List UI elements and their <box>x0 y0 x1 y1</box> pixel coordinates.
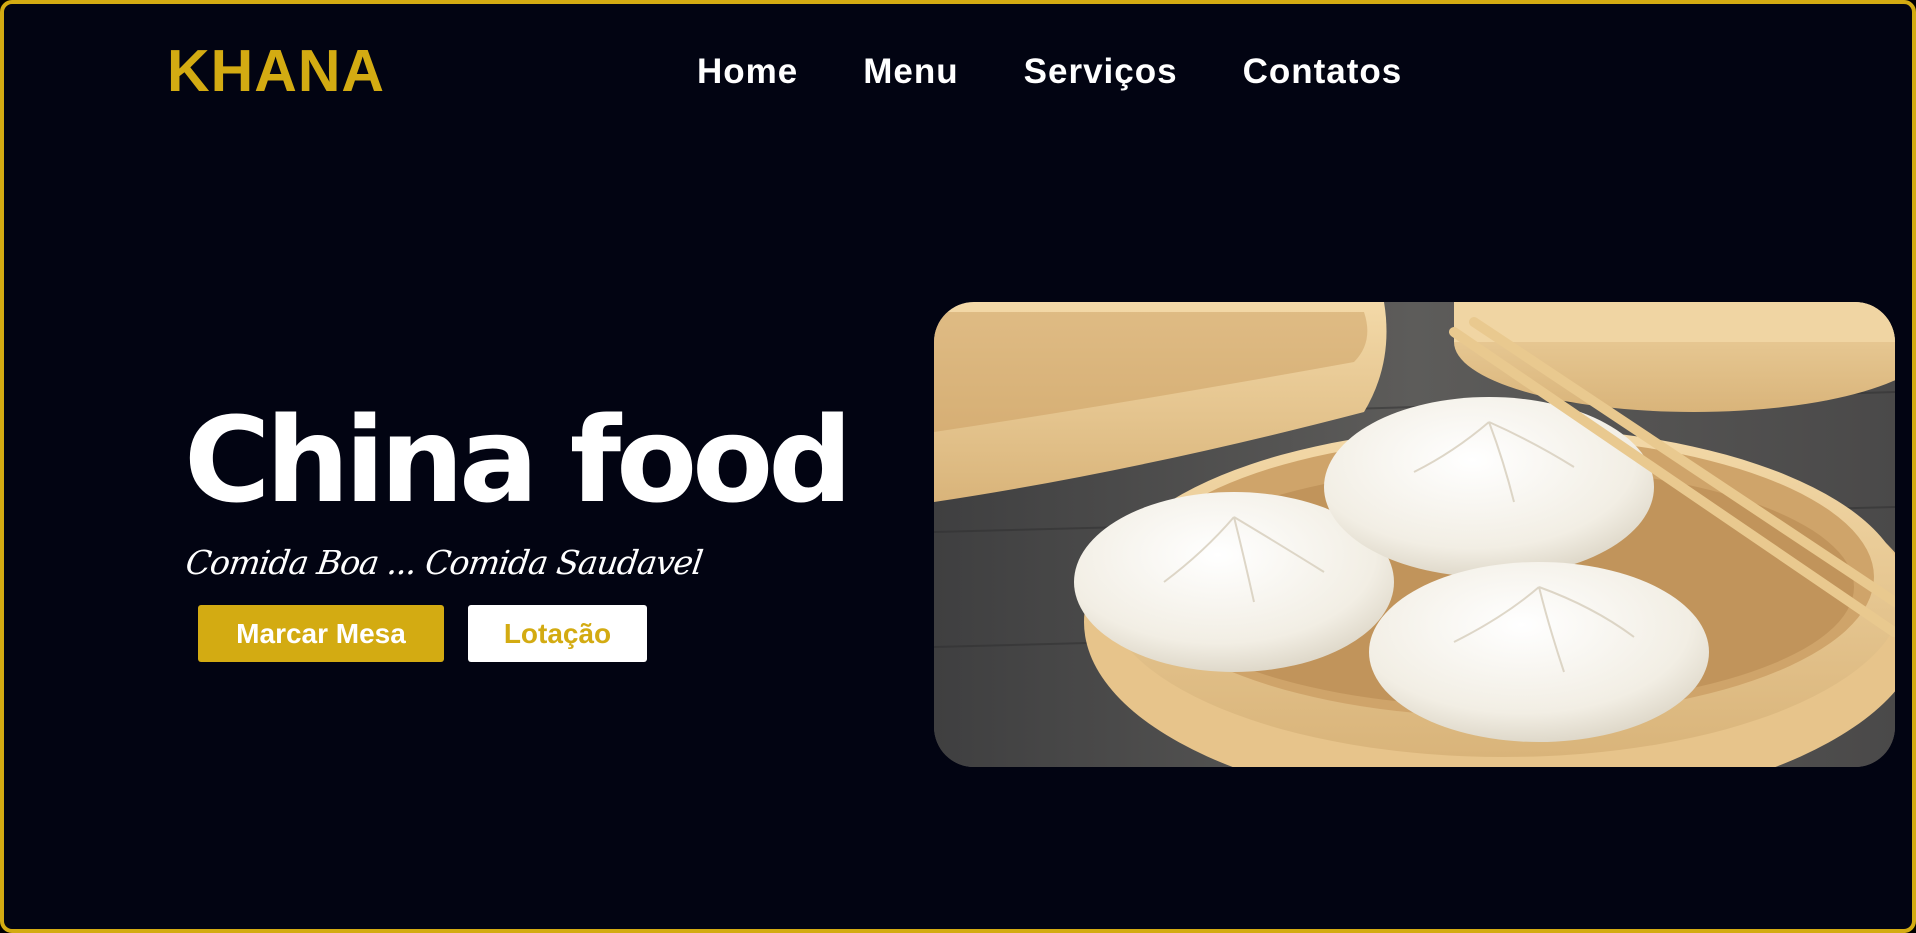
capacity-button[interactable]: Lotação <box>468 605 647 662</box>
nav-item-home[interactable]: Home <box>697 50 798 94</box>
page-frame: KHANA Home Menu Serviços Contatos China … <box>0 0 1916 933</box>
hero-subtitle: Comida Boa ... Comida Saudavel <box>183 543 705 582</box>
nav-item-contatos[interactable]: Contatos <box>1243 50 1403 94</box>
hero-food-image <box>934 302 1895 767</box>
steamed-buns-illustration <box>934 302 1895 767</box>
book-table-button[interactable]: Marcar Mesa <box>198 605 444 662</box>
hero-title: China food <box>184 391 853 529</box>
brand-logo[interactable]: KHANA <box>167 38 385 104</box>
nav-item-menu[interactable]: Menu <box>863 50 958 94</box>
main-nav: Home Menu Serviços Contatos <box>697 50 1402 94</box>
nav-item-servicos[interactable]: Serviços <box>1024 50 1178 94</box>
